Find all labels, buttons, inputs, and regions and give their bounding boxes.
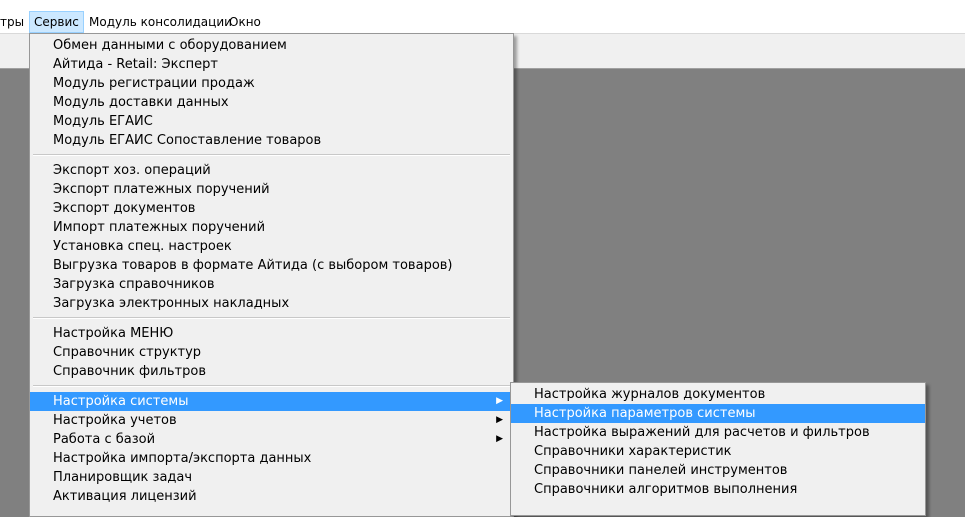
menu-item-accounting-settings[interactable]: Настройка учетов ▶ <box>30 411 513 430</box>
menu-separator <box>33 317 510 319</box>
submenu-item-journal-settings[interactable]: Настройка журналов документов <box>511 385 925 404</box>
menu-item-egais-goods-matching[interactable]: Модуль ЕГАИС Сопоставление товаров <box>30 131 513 150</box>
menu-separator <box>33 385 510 387</box>
submenu-item-system-parameters[interactable]: Настройка параметров системы <box>511 404 925 423</box>
menu-item-load-directories[interactable]: Загрузка справочников <box>30 275 513 294</box>
menu-separator <box>33 154 510 156</box>
menu-item-menu-settings[interactable]: Настройка МЕНЮ <box>30 324 513 343</box>
menu-item-export-business-operations[interactable]: Экспорт хоз. операций <box>30 161 513 180</box>
menu-bar: тры Сервис Модуль консолидации Окно <box>0 0 965 34</box>
submenu-item-algorithm-directories[interactable]: Справочники алгоритмов выполнения <box>511 480 925 499</box>
menu-item-egais-module[interactable]: Модуль ЕГАИС <box>30 112 513 131</box>
menu-item-export-goods-aitida[interactable]: Выгрузка товаров в формате Айтида (с выб… <box>30 256 513 275</box>
menu-item-structures-directory[interactable]: Справочник структур <box>30 343 513 362</box>
menu-item-load-electronic-invoices[interactable]: Загрузка электронных накладных <box>30 294 513 313</box>
menu-item-license-activation[interactable]: Активация лицензий <box>30 487 513 506</box>
menu-item-import-export-settings[interactable]: Настройка импорта/экспорта данных <box>30 449 513 468</box>
menu-item-filters-directory[interactable]: Справочник фильтров <box>30 362 513 381</box>
system-settings-submenu: Настройка журналов документов Настройка … <box>510 382 926 516</box>
menu-item-system-settings[interactable]: Настройка системы ▶ <box>30 392 513 411</box>
menu-consolidation-module[interactable]: Модуль консолидации <box>85 12 236 32</box>
menu-service[interactable]: Сервис <box>29 11 84 33</box>
menu-item-aitida-retail-expert[interactable]: Айтида - Retail: Эксперт <box>30 55 513 74</box>
menu-item-label: Настройка учетов <box>53 413 177 428</box>
menu-item-import-payment-orders[interactable]: Импорт платежных поручений <box>30 218 513 237</box>
submenu-item-toolbar-directories[interactable]: Справочники панелей инструментов <box>511 461 925 480</box>
menu-item-special-settings[interactable]: Установка спец. настроек <box>30 237 513 256</box>
menu-item-export-payment-orders[interactable]: Экспорт платежных поручений <box>30 180 513 199</box>
menu-item-task-scheduler[interactable]: Планировщик задач <box>30 468 513 487</box>
menu-window[interactable]: Окно <box>225 12 265 32</box>
menu-item-label: Работа с базой <box>53 432 156 447</box>
submenu-arrow-icon: ▶ <box>496 396 503 406</box>
menu-item-data-delivery-module[interactable]: Модуль доставки данных <box>30 93 513 112</box>
submenu-item-characteristics-directories[interactable]: Справочники характеристик <box>511 442 925 461</box>
submenu-arrow-icon: ▶ <box>496 415 503 425</box>
menu-item-database-work[interactable]: Работа с базой ▶ <box>30 430 513 449</box>
menu-filters[interactable]: тры <box>0 12 28 32</box>
service-menu: Обмен данными с оборудованием Айтида - R… <box>29 33 514 517</box>
menu-item-sales-registration-module[interactable]: Модуль регистрации продаж <box>30 74 513 93</box>
submenu-arrow-icon: ▶ <box>496 434 503 444</box>
submenu-item-expression-settings[interactable]: Настройка выражений для расчетов и фильт… <box>511 423 925 442</box>
menu-item-export-documents[interactable]: Экспорт документов <box>30 199 513 218</box>
menu-item-equipment-exchange[interactable]: Обмен данными с оборудованием <box>30 36 513 55</box>
menu-item-label: Настройка системы <box>53 394 189 409</box>
